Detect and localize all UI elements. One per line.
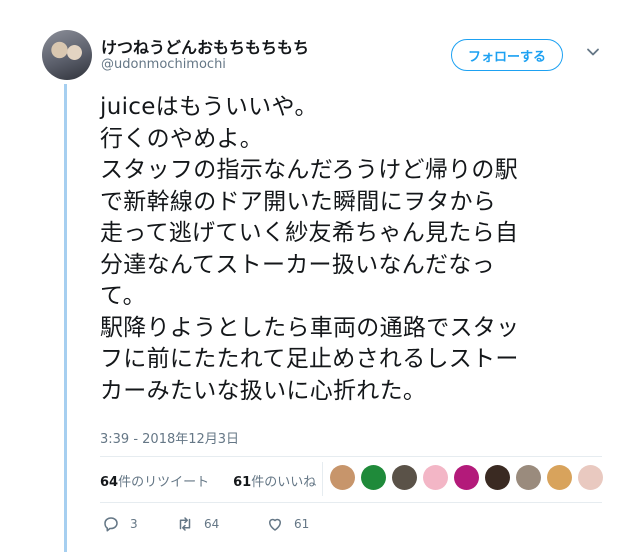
liker-avatar[interactable] — [485, 465, 510, 490]
like-action[interactable]: 61 — [266, 515, 309, 533]
retweet-action[interactable]: 64 — [176, 515, 266, 533]
liker-avatar[interactable] — [330, 465, 355, 490]
retweet-stat-label: 件のリツイート — [118, 475, 210, 490]
like-stat-label: 件のいいね — [251, 475, 317, 490]
action-bar: 3 64 61 — [102, 515, 309, 533]
heart-icon — [269, 518, 281, 531]
thread-line — [64, 84, 67, 552]
liker-avatar[interactable] — [392, 465, 417, 490]
tweet-stats: 64件のリツイート 61件のいいね — [100, 471, 316, 490]
tweet-line: 分達なんてストーカー扱いなんだなっ — [100, 251, 495, 278]
like-stat[interactable]: 61件のいいね — [233, 471, 316, 490]
liker-avatars — [330, 465, 603, 490]
tweet-line: で新幹線のドア開いた瞬間にヲタから — [100, 188, 497, 215]
divider — [100, 502, 602, 503]
timestamp[interactable]: 3:39 - 2018年12月3日 — [100, 428, 239, 447]
tweet-line: て。 — [100, 283, 146, 309]
liker-avatar[interactable] — [578, 465, 603, 490]
liker-avatar[interactable] — [547, 465, 572, 490]
tweet-line: 走って逃げていく紗友希ちゃん見たら自 — [100, 220, 519, 246]
liker-avatar[interactable] — [516, 465, 541, 490]
retweet-stat-count: 64 — [100, 475, 119, 490]
tweet-line: スタッフの指示なんだろうけど帰りの駅 — [100, 157, 519, 183]
user-avatar[interactable] — [42, 30, 92, 80]
tweet-line: 駅降りようとしたら車両の通路でスタッ — [100, 314, 520, 341]
retweet-icon — [179, 517, 191, 531]
tweet-line: フに前にたたれて足止めされるしストー — [100, 346, 519, 372]
liker-avatar[interactable] — [423, 465, 448, 490]
liker-avatar[interactable] — [454, 465, 479, 490]
stats-separator — [322, 462, 323, 496]
reply-icon — [104, 517, 118, 532]
tweet-line: 行くのやめよ。 — [100, 125, 264, 152]
display-name[interactable]: けつねうどんおもちもちもち — [101, 34, 309, 58]
divider — [100, 456, 602, 457]
follow-button[interactable]: フォローする — [451, 39, 563, 71]
reply-count: 3 — [130, 517, 138, 531]
chevron-down-icon[interactable] — [586, 45, 600, 59]
retweet-stat[interactable]: 64件のリツイート — [100, 471, 209, 490]
tweet-line: カーみたいな扱いに心折れた。 — [100, 377, 427, 404]
tweet-text: juiceはもういいや。 行くのやめよ。 スタッフの指示なんだろうけど帰りの駅 … — [100, 92, 610, 407]
liker-avatar[interactable] — [361, 465, 386, 490]
like-count: 61 — [294, 517, 310, 531]
user-handle[interactable]: @udonmochimochi — [101, 57, 226, 72]
reply-action[interactable]: 3 — [102, 515, 176, 533]
retweet-count: 64 — [204, 517, 220, 531]
like-stat-count: 61 — [233, 475, 252, 490]
tweet-line: juiceはもういいや。 — [100, 94, 318, 120]
